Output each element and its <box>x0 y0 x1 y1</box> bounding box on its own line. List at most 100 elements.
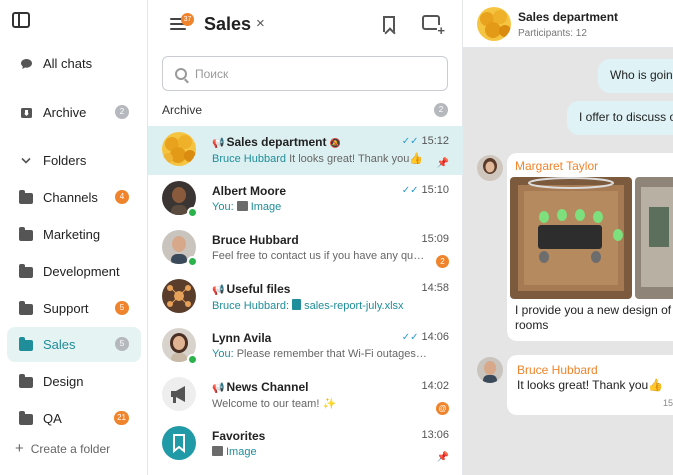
search-icon <box>175 67 187 80</box>
message-sender: Margaret Taylor <box>515 159 599 173</box>
chat-preview: Feel free to contact us if you have any … <box>212 250 427 262</box>
chat-item-favorites[interactable]: Favorites 13:06 Image 📌 <box>148 420 463 469</box>
sidebar-item-label: Marketing <box>43 227 101 242</box>
online-indicator <box>187 207 198 218</box>
megaphone-icon: 📢 <box>212 285 225 296</box>
file-icon <box>292 299 302 310</box>
chat-time: ✓✓ 15:10 <box>401 184 449 196</box>
sidebar-toggle-icon[interactable] <box>12 12 30 28</box>
sidebar-item-label: Development <box>43 264 120 279</box>
sidebar-item-folders[interactable]: Folders <box>7 143 141 178</box>
incoming-message[interactable]: Margaret Taylor I provide you a new desi… <box>507 153 673 341</box>
incoming-message[interactable]: Bruce Hubbard It looks great! Thank you👍… <box>507 355 673 415</box>
chat-list-header: 37 Sales × <box>148 0 463 50</box>
chat-item-useful-files[interactable]: 📢 Useful files 14:58 Bruce Hubbard: sales… <box>148 273 463 322</box>
folder-icon <box>18 374 34 388</box>
avatar <box>162 377 196 411</box>
avatar <box>162 279 196 313</box>
avatar <box>477 7 511 41</box>
chat-preview: You: Please remember that Wi-Fi outages … <box>212 348 427 360</box>
chat-time: 15:09 <box>421 233 449 245</box>
chat-item-albert-moore[interactable]: Albert Moore ✓✓ 15:10 You: Image <box>148 175 463 224</box>
message-text: I provide you a new design of rooms <box>515 303 672 332</box>
message-sender: Bruce Hubbard <box>517 363 598 377</box>
image-thumbnail <box>236 201 248 211</box>
message-text: I offer to discuss our plans <box>579 110 673 124</box>
search-input[interactable] <box>195 66 435 81</box>
chat-preview: Welcome to our team! ✨ <box>212 398 337 410</box>
chat-name: Bruce Hubbard <box>212 233 299 247</box>
conversation-title: Sales department <box>518 10 619 24</box>
count-badge: 4 <box>115 190 129 204</box>
conversation-panel: Sales department Participants: 12 Who is… <box>463 0 673 475</box>
sidebar-item-development[interactable]: Development <box>7 254 141 289</box>
sidebar-item-label: Folders <box>43 153 87 168</box>
sidebar-item-channels[interactable]: Channels 4 <box>7 180 141 215</box>
sidebar-item-support[interactable]: Support 5 <box>7 291 141 326</box>
chat-time: ✓✓ 15:12 <box>401 135 449 147</box>
bookmark-icon[interactable] <box>383 16 395 32</box>
sidebar-item-sales[interactable]: Sales 5 <box>7 327 141 362</box>
chat-item-news-channel[interactable]: 📢 News Channel 14:02 Welcome to our team!… <box>148 371 463 420</box>
online-indicator <box>187 256 198 267</box>
chat-time: ✓✓ 14:06 <box>401 331 449 343</box>
chat-name: 📢 News Channel <box>212 380 309 394</box>
chat-item-lynn-avila[interactable]: Lynn Avila ✓✓ 14:06 You: Please remember … <box>148 322 463 371</box>
sidebar-item-label: All chats <box>43 56 93 71</box>
sidebar-item-label: Channels <box>43 190 98 205</box>
sidebar-item-qa[interactable]: QA 21 <box>7 401 141 436</box>
search-box[interactable] <box>162 56 448 91</box>
new-chat-icon[interactable] <box>422 15 445 37</box>
avatar <box>162 426 196 460</box>
create-folder-button[interactable]: + Create a folder <box>15 440 110 457</box>
pin-icon: 📌 <box>436 158 449 169</box>
count-badge: 2 <box>115 105 129 119</box>
count-badge: 21 <box>114 411 129 425</box>
outgoing-message[interactable]: I offer to discuss our plans <box>567 101 673 135</box>
sidebar-item-all-chats[interactable]: All chats <box>7 46 141 81</box>
chat-item-bruce-hubbard[interactable]: Bruce Hubbard 15:09 Feel free to contact… <box>148 224 463 273</box>
chat-time: 14:58 <box>421 282 449 294</box>
megaphone-icon: 📢 <box>212 138 225 149</box>
read-check-icon: ✓✓ <box>401 185 419 196</box>
room-design-image[interactable] <box>510 177 632 299</box>
sidebar-item-marketing[interactable]: Marketing <box>7 217 141 252</box>
chat-item-sales-department[interactable]: 📢 Sales department 🔕 ✓✓ 15:12 Bruce Hubbard… <box>148 126 463 175</box>
outgoing-message[interactable]: Who is going to the meeting? <box>598 59 673 93</box>
sidebar-item-label: Archive <box>43 105 87 120</box>
chat-preview: Bruce Hubbard It looks great! Thank you👍 <box>212 153 424 165</box>
unread-badge: 37 <box>181 13 194 26</box>
sidebar-item-archive[interactable]: Archive 2 <box>7 95 141 130</box>
close-icon[interactable]: × <box>256 15 265 32</box>
pin-icon: 📌 <box>436 452 449 463</box>
megaphone-icon: 📢 <box>212 383 225 394</box>
room-design-image[interactable] <box>635 177 673 299</box>
folder-sidebar: All chats Archive 2 Folders Channels 4 M… <box>0 0 148 475</box>
unread-badge: 2 <box>436 255 449 268</box>
archive-label: Archive <box>162 103 203 117</box>
count-badge: 5 <box>115 337 129 351</box>
avatar <box>162 132 196 166</box>
online-indicator <box>187 354 198 365</box>
folder-icon <box>18 264 34 278</box>
chat-name: Favorites <box>212 429 266 443</box>
chevron-down-icon <box>18 157 34 164</box>
conversation-header[interactable]: Sales department Participants: 12 <box>463 0 673 48</box>
sidebar-item-label: QA <box>43 411 62 426</box>
mention-badge: @ <box>436 402 449 415</box>
chat-time: 13:06 <box>421 429 449 441</box>
chat-time: 14:02 <box>421 380 449 392</box>
participants-count: Participants: 12 <box>518 28 587 39</box>
archive-section[interactable]: Archive 2 <box>162 103 448 117</box>
chat-preview: You: Image <box>212 201 282 213</box>
folder-icon <box>18 337 34 351</box>
sidebar-item-label: Design <box>43 374 84 389</box>
plus-icon: + <box>15 440 24 457</box>
message-text: It looks great! Thank you👍 <box>517 378 664 392</box>
chat-name: 📢 Useful files <box>212 282 291 296</box>
sidebar-item-label: Support <box>43 301 89 316</box>
sidebar-item-label: Sales <box>43 337 76 352</box>
sidebar-item-design[interactable]: Design <box>7 364 141 399</box>
count-badge: 2 <box>434 103 448 117</box>
folder-icon <box>18 301 34 315</box>
